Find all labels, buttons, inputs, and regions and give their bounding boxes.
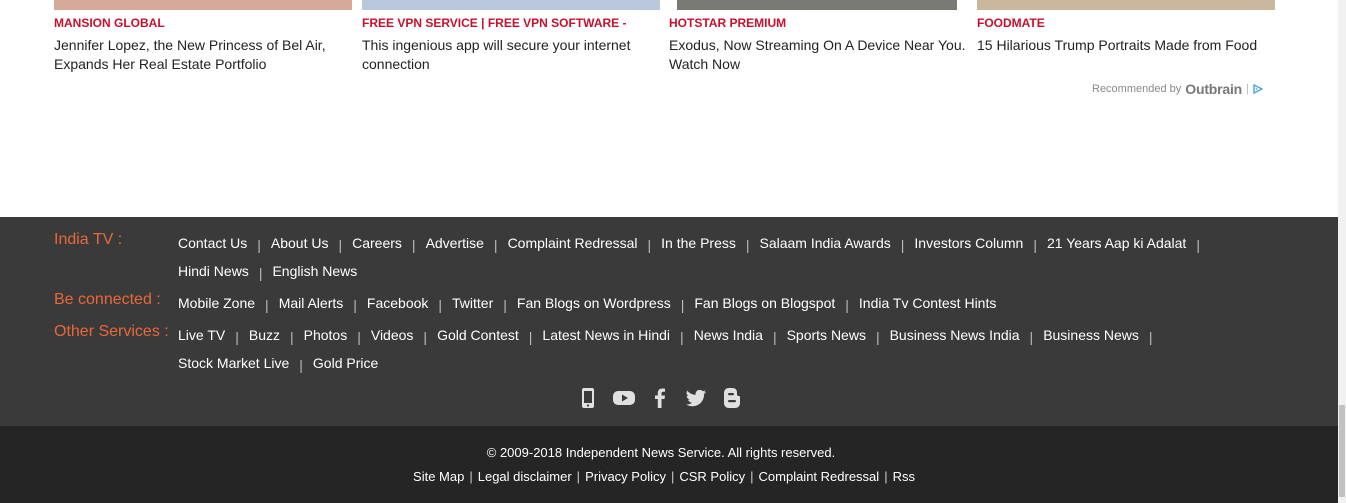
- footer-links-other-services: Live TV Buzz Photos Videos Gold Contest …: [178, 321, 1278, 377]
- footer-link-hindi-news[interactable]: Hindi News: [178, 257, 272, 285]
- footer-link-buzz[interactable]: Buzz: [249, 321, 304, 349]
- footer-links-be-connected: Mobile Zone Mail Alerts Facebook Twitter…: [178, 289, 1278, 317]
- bottom-link-legal-disclaimer[interactable]: Legal disclaimer: [478, 469, 572, 484]
- youtube-icon[interactable]: [612, 386, 636, 410]
- copyright-text: © 2009-2018 Independent News Service. Al…: [486, 445, 836, 460]
- divider: |: [750, 469, 754, 484]
- footer-link-business-news-india[interactable]: Business News India: [890, 321, 1044, 349]
- card-title[interactable]: This ingenious app will secure your inte…: [362, 36, 662, 74]
- footer-link-contest-hints[interactable]: India Tv Contest Hints: [859, 289, 996, 317]
- footer-label-other-services: Other Services :: [54, 323, 169, 340]
- footer-link-mail-alerts[interactable]: Mail Alerts: [279, 289, 367, 317]
- card-source[interactable]: FREE VPN SERVICE | FREE VPN SOFTWARE -: [362, 16, 627, 30]
- page-scrollbar[interactable]: [1338, 0, 1346, 503]
- footer-link-gold-price[interactable]: Gold Price: [313, 349, 378, 377]
- recommended-card-3[interactable]: HOTSTAR PREMIUM Exodus, Now Streaming On…: [669, 0, 967, 72]
- recommended-card-4[interactable]: FOODMATE 15 Hilarious Trump Portraits Ma…: [977, 0, 1275, 53]
- footer-link-facebook[interactable]: Facebook: [367, 289, 452, 317]
- adchoices-icon[interactable]: [1253, 83, 1264, 95]
- footer-link-latest-news-hindi[interactable]: Latest News in Hindi: [542, 321, 693, 349]
- footer-link-aap-ki-adalat[interactable]: 21 Years Aap ki Adalat: [1047, 229, 1210, 257]
- footer-link-contact-us[interactable]: Contact Us: [178, 229, 271, 257]
- footer-bottom-bar: [0, 426, 1338, 503]
- page: MANSION GLOBAL Jennifer Lopez, the New P…: [0, 0, 1346, 503]
- footer-link-videos[interactable]: Videos: [371, 321, 437, 349]
- card-title[interactable]: Jennifer Lopez, the New Princess of Bel …: [54, 36, 354, 74]
- footer-link-investors-column[interactable]: Investors Column: [914, 229, 1047, 257]
- footer-link-live-tv[interactable]: Live TV: [178, 321, 249, 349]
- footer-link-sports-news[interactable]: Sports News: [787, 321, 890, 349]
- footer-link-stock-market-live[interactable]: Stock Market Live: [178, 349, 313, 377]
- footer-link-twitter[interactable]: Twitter: [452, 289, 517, 317]
- card-title[interactable]: Exodus, Now Streaming On A Device Near Y…: [669, 36, 969, 74]
- footer-link-photos[interactable]: Photos: [304, 321, 371, 349]
- divider: |: [884, 469, 888, 484]
- mobile-icon[interactable]: [576, 386, 600, 410]
- card-source[interactable]: MANSION GLOBAL: [54, 16, 165, 30]
- recommended-by[interactable]: Recommended by Outbrain |: [1092, 81, 1264, 97]
- bottom-link-site-map[interactable]: Site Map: [413, 469, 464, 484]
- bottom-link-privacy-policy[interactable]: Privacy Policy: [585, 469, 666, 484]
- card-thumbnail[interactable]: [977, 0, 1275, 10]
- card-thumbnail[interactable]: [362, 0, 660, 10]
- recommended-card-1[interactable]: MANSION GLOBAL Jennifer Lopez, the New P…: [54, 0, 352, 72]
- card-thumbnail[interactable]: [677, 0, 957, 10]
- divider: |: [576, 469, 581, 484]
- footer-link-mobile-zone[interactable]: Mobile Zone: [178, 289, 279, 317]
- footer-label-india-tv: India TV :: [54, 231, 123, 248]
- footer-link-gold-contest[interactable]: Gold Contest: [437, 321, 542, 349]
- twitter-icon[interactable]: [684, 386, 708, 410]
- blogger-icon[interactable]: [720, 386, 744, 410]
- footer-link-business-news[interactable]: Business News: [1043, 321, 1162, 349]
- footer-link-in-the-press[interactable]: In the Press: [661, 229, 759, 257]
- footer-link-english-news[interactable]: English News: [272, 257, 357, 285]
- outbrain-logo[interactable]: Outbrain: [1185, 81, 1242, 97]
- recommended-card-2[interactable]: FREE VPN SERVICE | FREE VPN SOFTWARE - T…: [362, 0, 660, 72]
- recommended-by-label: Recommended by: [1092, 83, 1182, 95]
- footer-link-fan-blogs-blogspot[interactable]: Fan Blogs on Blogspot: [694, 289, 859, 317]
- footer-link-salaam-india-awards[interactable]: Salaam India Awards: [760, 229, 915, 257]
- card-thumbnail[interactable]: [54, 0, 352, 10]
- divider: |: [670, 469, 675, 484]
- footer-link-news-india[interactable]: News India: [694, 321, 787, 349]
- bottom-link-rss[interactable]: Rss: [893, 469, 915, 484]
- card-source[interactable]: HOTSTAR PREMIUM: [669, 16, 786, 30]
- footer-bottom-links: Site Map | Legal disclaimer | Privacy Policy…: [0, 469, 1328, 484]
- divider: |: [469, 469, 473, 484]
- card-title[interactable]: 15 Hilarious Trump Portraits Made from F…: [977, 36, 1277, 55]
- footer-label-be-connected: Be connected :: [54, 291, 161, 308]
- footer-link-fan-blogs-wordpress[interactable]: Fan Blogs on Wordpress: [517, 289, 694, 317]
- facebook-icon[interactable]: [648, 386, 672, 410]
- footer-links-india-tv: Contact Us About Us Careers Advertise Co…: [178, 229, 1278, 285]
- footer-link-about-us[interactable]: About Us: [271, 229, 352, 257]
- footer-link-advertise[interactable]: Advertise: [426, 229, 508, 257]
- footer-link-careers[interactable]: Careers: [352, 229, 425, 257]
- footer-link-complaint-redressal[interactable]: Complaint Redressal: [508, 229, 662, 257]
- bottom-link-csr-policy[interactable]: CSR Policy: [679, 469, 745, 484]
- scrollbar-thumb[interactable]: [1339, 405, 1345, 497]
- bottom-link-complaint-redressal[interactable]: Complaint Redressal: [759, 469, 880, 484]
- divider: |: [1246, 83, 1249, 95]
- recommended-strip: MANSION GLOBAL Jennifer Lopez, the New P…: [0, 0, 1338, 217]
- card-source[interactable]: FOODMATE: [977, 16, 1045, 30]
- social-icons: [576, 386, 744, 410]
